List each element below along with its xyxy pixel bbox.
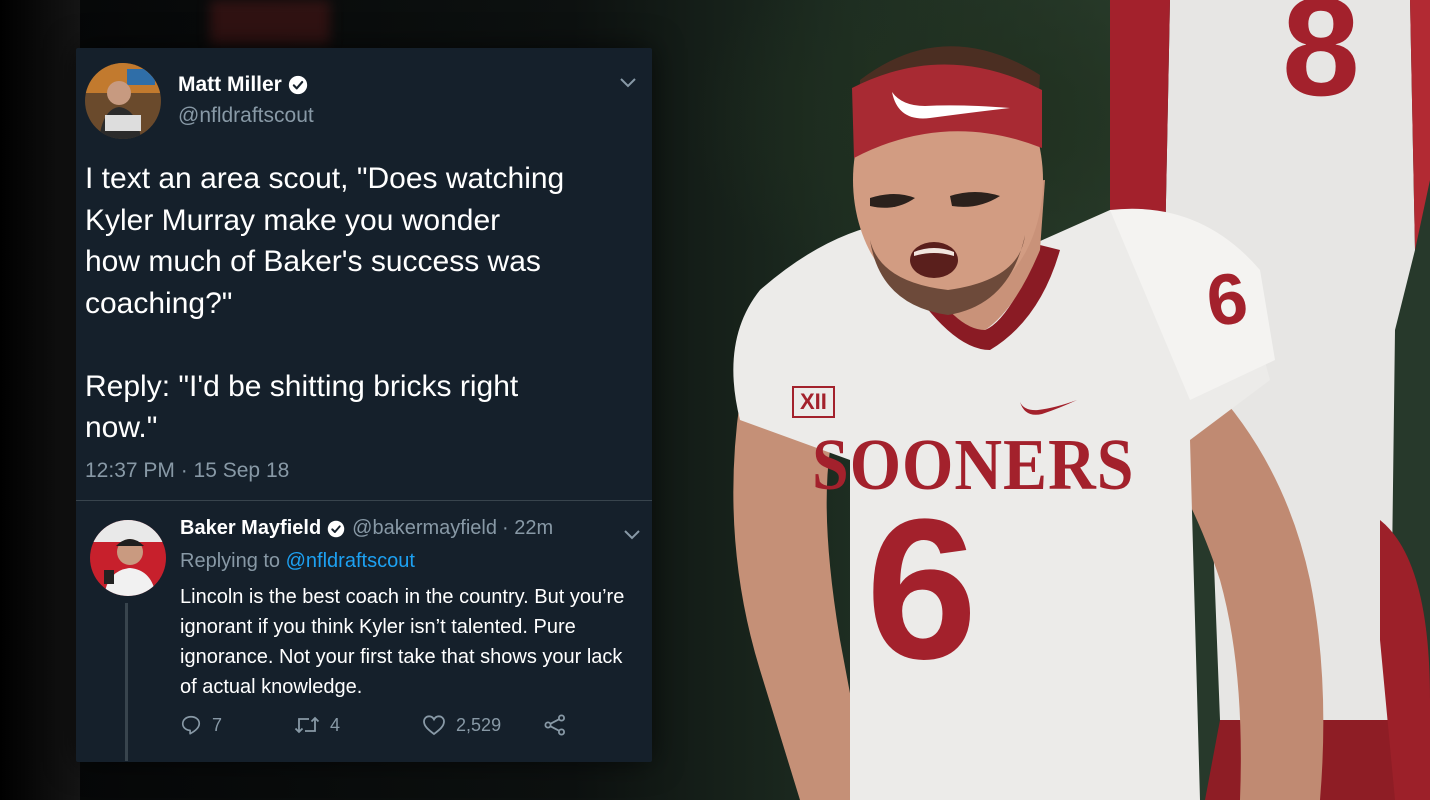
reply-display-name[interactable]: Baker Mayfield bbox=[180, 517, 321, 540]
share-button[interactable] bbox=[543, 714, 567, 736]
like-button[interactable]: 2,529 bbox=[422, 714, 501, 736]
replying-prefix: Replying to bbox=[180, 550, 286, 572]
reply-text: Lincoln is the best coach in the country… bbox=[180, 586, 625, 698]
reply-button[interactable]: 7 bbox=[180, 714, 222, 736]
jersey-number: 6 bbox=[866, 478, 978, 701]
background-blur-patch bbox=[210, 0, 330, 45]
tweet-divider bbox=[76, 500, 652, 501]
display-name[interactable]: Matt Miller bbox=[178, 73, 282, 97]
tweet-timestamp[interactable]: 12:37 PM · 15 Sep 18 bbox=[85, 459, 289, 483]
replying-to-line: Replying to @nfldraftscout bbox=[180, 550, 415, 573]
tweet-author-name[interactable]: Matt Miller bbox=[178, 73, 308, 97]
conference-logo: XII bbox=[792, 386, 835, 418]
background-left-shade bbox=[0, 0, 80, 800]
retweet-button[interactable]: 4 bbox=[294, 714, 340, 736]
reply-count: 7 bbox=[212, 714, 223, 735]
tweet-author-handle[interactable]: @nfldraftscout bbox=[178, 104, 314, 128]
verified-badge-icon bbox=[288, 75, 308, 95]
chevron-down-icon[interactable] bbox=[624, 530, 640, 540]
reply-handle[interactable]: @bakermayfield bbox=[352, 517, 497, 540]
replying-to-mention[interactable]: @nfldraftscout bbox=[286, 550, 415, 572]
chevron-down-icon[interactable] bbox=[620, 78, 636, 88]
reply-age[interactable]: · 22m bbox=[502, 517, 553, 540]
retweet-count: 4 bbox=[330, 714, 341, 735]
like-icon bbox=[423, 715, 445, 736]
reply-icon bbox=[181, 715, 201, 735]
reply-header: Baker Mayfield @bakermayfield · 22m bbox=[180, 517, 553, 540]
retweet-icon bbox=[294, 716, 320, 734]
share-icon bbox=[544, 714, 566, 736]
baker-mayfield-avatar[interactable] bbox=[90, 520, 166, 596]
tweet-card: Matt Miller @nfldraftscout I text an are… bbox=[76, 48, 652, 762]
like-count: 2,529 bbox=[456, 714, 502, 735]
verified-badge-icon bbox=[327, 520, 345, 537]
tweet-text: I text an area scout, "Does watching Kyl… bbox=[85, 162, 565, 444]
thread-connector-line bbox=[125, 603, 128, 761]
matt-miller-avatar[interactable] bbox=[85, 63, 161, 139]
reply-action-bar: 7 4 2,529 bbox=[180, 714, 567, 736]
